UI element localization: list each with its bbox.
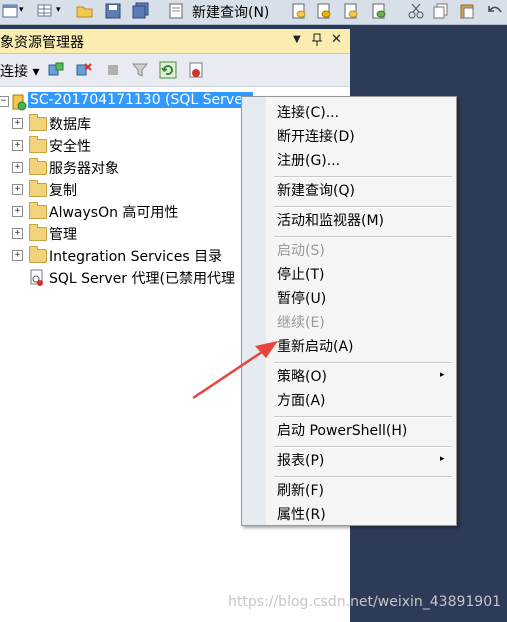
watermark: https://blog.csdn.net/weixin_43891901 bbox=[228, 594, 502, 610]
annotation-arrow-icon bbox=[192, 341, 278, 400]
screenshot: ▾ ▾ 新建查询(N) 象资源管理器 ▼ ✕ 连接 ▾ − SC-2017041… bbox=[0, 0, 507, 622]
